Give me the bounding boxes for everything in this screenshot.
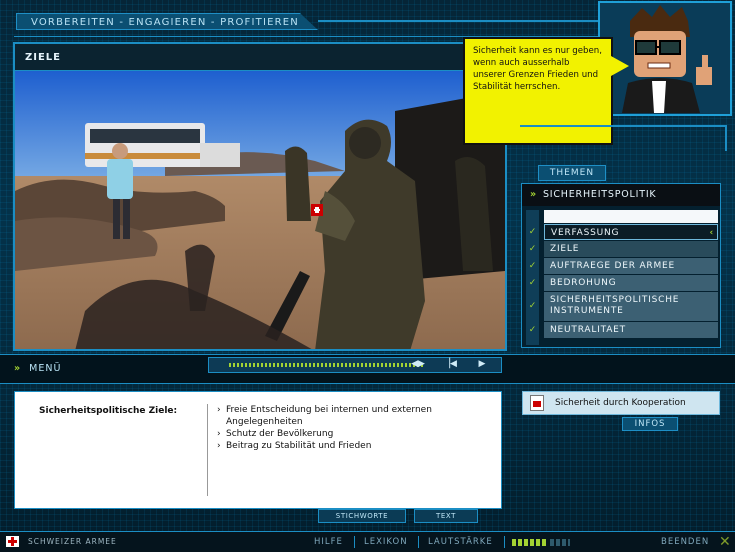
play-button[interactable]: ▶ <box>473 359 491 370</box>
media-controls: ◀▶ ▕◀ ▶ <box>208 357 502 373</box>
check-list: ✓ ✓ ✓ ✓ ✓ ✓ <box>526 210 539 339</box>
theme-item-label: SICHERHEITSPOLITISCHE INSTRUMENTE <box>550 295 680 316</box>
close-icon[interactable]: ✕ <box>719 534 731 550</box>
double-chevron-right-icon: » <box>530 189 537 200</box>
quit-button[interactable]: BEENDEN <box>661 532 709 552</box>
tab-text[interactable]: TEXT <box>414 509 478 523</box>
footer-separator <box>354 536 355 548</box>
infos-tab: INFOS <box>622 417 678 431</box>
content-point: Freie Entscheidung bei internen und exte… <box>217 404 492 428</box>
check-icon: ✓ <box>528 244 537 254</box>
theme-item-label: AUFTRAEGE DER ARMEE <box>550 261 675 271</box>
volume-slider-empty[interactable] <box>550 539 570 546</box>
themes-panel: » SICHERHEITSPOLITIK ✓ ✓ ✓ ✓ ✓ ✓ VERFASSU… <box>521 183 721 348</box>
volume-label: LAUTSTÄRKE <box>428 537 493 547</box>
theme-item-label: VERFASSUNG <box>551 228 620 238</box>
header-title: VORBEREITEN - ENGAGIEREN - PROFITIEREN <box>16 13 318 30</box>
info-item-kooperation[interactable]: Sicherheit durch Kooperation <box>522 391 720 415</box>
themes-section-title: SICHERHEITSPOLITIK <box>542 189 657 200</box>
themes-tab: THEMEN <box>538 165 606 181</box>
check-icon: ✓ <box>528 261 537 271</box>
swiss-cross-icon <box>6 536 19 547</box>
volume-slider-filled[interactable] <box>512 539 548 546</box>
check-icon: ✓ <box>528 301 537 311</box>
content-point: Beitrag zu Stabilität und Frieden <box>217 440 492 452</box>
app-screen: VORBEREITEN - ENGAGIEREN - PROFITIEREN Z… <box>0 0 735 552</box>
content-point: Schutz der Bevölkerung <box>217 428 492 440</box>
menu-button[interactable]: » MENÜ <box>14 355 61 383</box>
theme-item-auftraege[interactable]: AUFTRAEGE DER ARMEE <box>544 258 718 274</box>
lexicon-button[interactable]: LEXIKON <box>364 532 408 552</box>
pdf-document-icon <box>530 395 544 411</box>
media-progress-bar[interactable] <box>229 363 424 367</box>
info-item-label: Sicherheit durch Kooperation <box>555 398 686 408</box>
theme-item-verfassung[interactable]: VERFASSUNG ‹ <box>544 224 718 240</box>
themes-section-header[interactable]: » SICHERHEITSPOLITIK <box>522 184 720 206</box>
chevron-left-icon: ‹ <box>709 228 714 238</box>
help-button[interactable]: HILFE <box>314 532 343 552</box>
footer-separator <box>418 536 419 548</box>
check-icon: ✓ <box>528 278 537 288</box>
theme-item-label: BEDROHUNG <box>550 278 617 288</box>
theme-item-ziele[interactable]: ZIELE <box>544 241 718 257</box>
theme-item-label: ZIELE <box>550 244 580 254</box>
photo-illustration <box>15 71 505 349</box>
themes-list-spacer <box>544 210 718 223</box>
theme-item-neutralitaet[interactable]: NEUTRALITAET <box>544 322 718 338</box>
tab-keywords[interactable]: STICHWORTE <box>318 509 406 523</box>
footer-separator <box>504 536 505 548</box>
theme-item-label: NEUTRALITAET <box>550 325 626 335</box>
themes-list: VERFASSUNG ‹ ZIELE AUFTRAEGE DER ARMEE B… <box>544 210 718 339</box>
content-divider <box>207 404 208 496</box>
footer-bar: SCHWEIZER ARMEE HILFE LEXIKON LAUTSTÄRKE… <box>0 531 735 552</box>
theme-item-instrumente[interactable]: SICHERHEITSPOLITISCHE INSTRUMENTE <box>544 292 718 321</box>
image-panel-heading: ZIELE <box>15 44 505 71</box>
image-panel: ZIELE <box>13 42 507 351</box>
check-icon: ✓ <box>528 325 537 335</box>
soldier-photo <box>15 71 505 349</box>
skip-back-button[interactable]: ▕◀ <box>441 359 459 370</box>
side-accent <box>520 125 727 151</box>
menu-label: MENÜ <box>29 363 62 374</box>
theme-item-bedrohung[interactable]: BEDROHUNG <box>544 275 718 291</box>
header-line <box>318 20 598 22</box>
rewind-button[interactable]: ◀▶ <box>409 359 427 370</box>
menu-bar: » MENÜ ◀▶ ▕◀ ▶ <box>0 354 735 384</box>
double-chevron-right-icon: » <box>14 363 22 374</box>
content-title: Sicherheitspolitische Ziele: <box>39 406 178 416</box>
content-panel: Sicherheitspolitische Ziele: Freie Entsc… <box>14 391 502 509</box>
speech-bubble-tail <box>611 56 629 76</box>
check-icon: ✓ <box>528 227 537 237</box>
content-points: Freie Entscheidung bei internen und exte… <box>217 404 492 452</box>
footer-brand: SCHWEIZER ARMEE <box>28 537 117 546</box>
check-icon-placeholder <box>526 210 539 223</box>
